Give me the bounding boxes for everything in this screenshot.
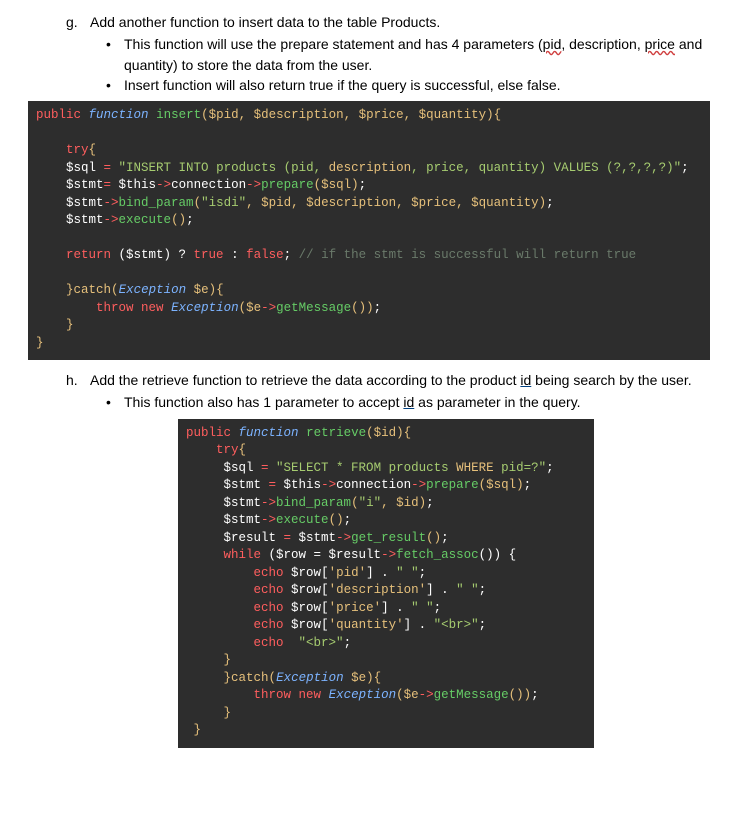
bullet-text: This function also has 1 parameter to ac… — [124, 392, 710, 412]
item-h-title: Add the retrieve function to retrieve th… — [90, 370, 710, 390]
item-g-bullets: • This function will use the prepare sta… — [28, 34, 710, 95]
item-g-letter: g. — [28, 12, 90, 32]
item-h-bullets: • This function also has 1 parameter to … — [28, 392, 710, 412]
code-block-insert: public function insert($pid, $descriptio… — [28, 101, 710, 360]
item-h-letter: h. — [28, 370, 90, 390]
bullet-icon: • — [106, 34, 124, 75]
item-h: h. Add the retrieve function to retrieve… — [28, 370, 710, 413]
item-g: g. Add another function to insert data t… — [28, 12, 710, 95]
bullet-text: This function will use the prepare state… — [124, 34, 710, 75]
item-g-title: Add another function to insert data to t… — [90, 12, 710, 32]
bullet-text: Insert function will also return true if… — [124, 75, 710, 95]
bullet-icon: • — [106, 75, 124, 95]
bullet-icon: • — [106, 392, 124, 412]
code-block-retrieve: public function retrieve($id){ try{ $sql… — [178, 419, 594, 748]
